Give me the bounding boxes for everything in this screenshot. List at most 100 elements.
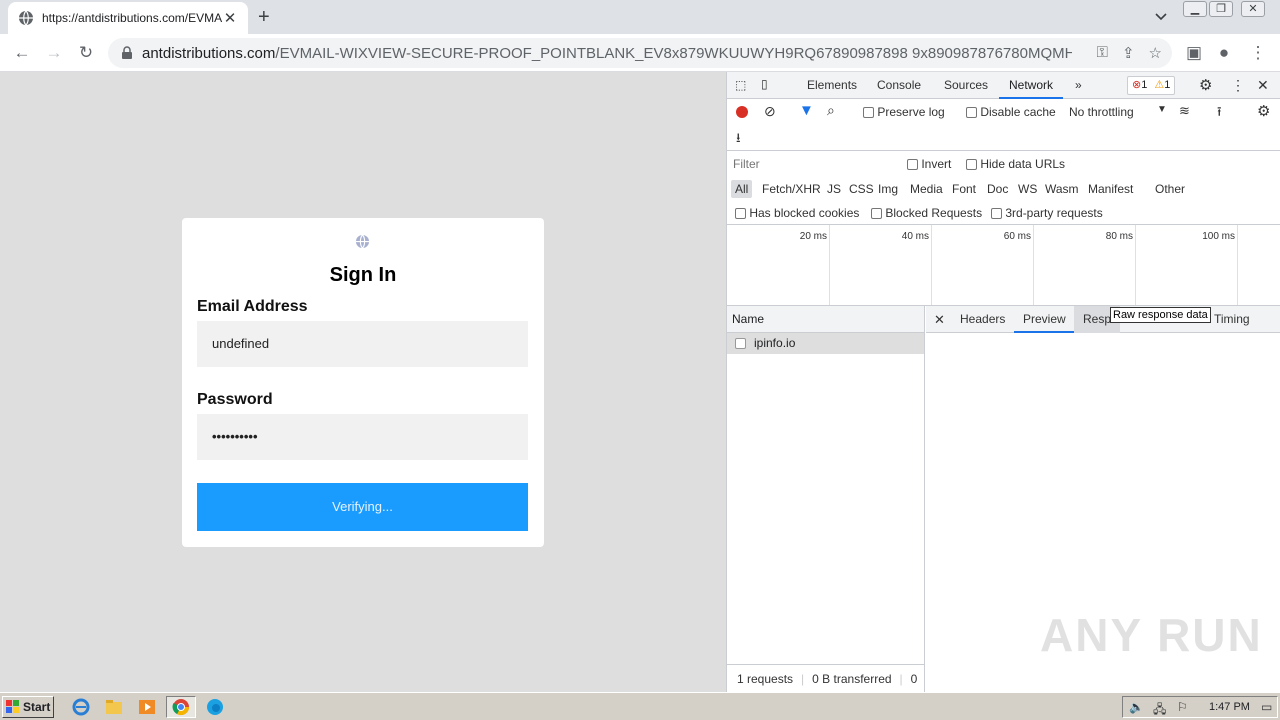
file-explorer-icon[interactable]	[103, 697, 125, 717]
tab-preview[interactable]: Preview	[1014, 306, 1075, 333]
reload-icon[interactable]: ↻	[76, 43, 96, 63]
download-icon[interactable]: ⭳	[736, 129, 741, 151]
device-toolbar-icon[interactable]: ▯	[761, 77, 768, 91]
name-column-header[interactable]: Name	[727, 306, 924, 333]
back-icon[interactable]: ←	[12, 43, 32, 63]
key-icon[interactable]: ⚿	[1097, 44, 1108, 62]
url-text: antdistributions.com/EVMAIL-WIXVIEW-SECU…	[142, 45, 1072, 62]
email-field[interactable]: undefined	[197, 321, 528, 367]
edge-icon[interactable]	[204, 697, 226, 717]
timeline-gridline	[1237, 225, 1238, 305]
blocked-requests-label: Blocked Requests	[885, 206, 983, 220]
minimize-icon[interactable]: ▁	[1183, 1, 1207, 17]
tab-console[interactable]: Console	[877, 72, 921, 99]
network-icon[interactable]: 🖧	[1153, 700, 1166, 720]
tab-timing[interactable]: Timing	[1214, 306, 1250, 333]
side-panel-icon[interactable]: ▣	[1184, 43, 1204, 63]
tab-elements[interactable]: Elements	[807, 72, 857, 99]
clear-icon[interactable]: ⊘	[764, 103, 776, 120]
timeline-gridline	[1135, 225, 1136, 305]
windows-logo-icon	[6, 700, 19, 713]
record-icon[interactable]	[735, 105, 749, 119]
flag-icon[interactable]: ⚐	[1177, 700, 1188, 714]
forward-icon[interactable]: →	[44, 43, 64, 63]
timeline-overview[interactable]: 20 ms 40 ms 60 ms 80 ms 100 ms	[727, 225, 1280, 306]
media-player-icon[interactable]	[136, 697, 158, 717]
browser-toolbar: ← → ↻ antdistributions.com/EVMAIL-WIXVIE…	[0, 34, 1280, 72]
chevron-down-icon[interactable]	[1153, 8, 1169, 24]
type-filter-other[interactable]: Other	[1151, 180, 1189, 198]
profile-avatar-icon[interactable]: ●	[1214, 43, 1234, 63]
lock-icon[interactable]	[120, 46, 134, 60]
timeline-tick-label: 60 ms	[1003, 231, 1031, 242]
third-party-label: 3rd-party requests	[1005, 206, 1103, 220]
type-filter-img[interactable]: Img	[874, 180, 902, 198]
network-status-bar: 1 requests | 0 B transferred | 0	[727, 664, 925, 692]
disable-cache-checkbox[interactable]: Disable cache	[966, 105, 1056, 119]
settings-gear-icon[interactable]: ⚙	[1257, 102, 1270, 120]
type-filter-ws[interactable]: WS	[1014, 180, 1041, 198]
tab-network[interactable]: Network	[999, 72, 1064, 99]
restore-icon[interactable]: ❐	[1209, 1, 1233, 17]
type-filter-js[interactable]: JS	[823, 180, 845, 198]
preserve-log-checkbox[interactable]: Preserve log	[863, 105, 945, 119]
table-row[interactable]: ipinfo.io	[727, 333, 924, 354]
globe-icon	[19, 10, 33, 26]
request-name: ipinfo.io	[754, 336, 796, 350]
search-icon[interactable]: ⌕	[827, 102, 835, 119]
system-tray: 🔈 🖧 ⚐ 1:47 PM ▭	[1122, 696, 1278, 718]
filter-input[interactable]: Filter	[729, 155, 893, 173]
network-conditions-icon[interactable]: ≋	[1179, 103, 1190, 119]
password-field[interactable]: ••••••••••	[197, 414, 528, 460]
close-detail-icon[interactable]: ✕	[934, 306, 945, 333]
type-filter-all[interactable]: All	[731, 180, 753, 198]
type-filter-fetch[interactable]: Fetch/XHR	[758, 180, 825, 198]
hide-data-urls-checkbox[interactable]: Hide data URLs	[966, 157, 1065, 171]
share-icon[interactable]: ⇪	[1122, 44, 1135, 62]
inspect-icon[interactable]: ⬚	[735, 78, 746, 92]
sign-in-card: Sign In Email Address undefined Password…	[182, 218, 544, 547]
sign-in-button[interactable]: Verifying...	[197, 483, 528, 531]
globe-icon	[355, 234, 370, 249]
star-icon[interactable]: ☆	[1149, 44, 1162, 62]
invert-checkbox[interactable]: Invert	[907, 157, 951, 171]
new-tab-icon[interactable]: +	[258, 6, 270, 29]
more-tabs-icon[interactable]: »	[1075, 78, 1082, 92]
gear-icon[interactable]: ⚙	[1199, 76, 1212, 94]
type-filter-manifest[interactable]: Manifest	[1084, 180, 1137, 198]
address-bar[interactable]: antdistributions.com/EVMAIL-WIXVIEW-SECU…	[108, 38, 1172, 68]
chevron-down-icon[interactable]: ▼	[1157, 104, 1167, 115]
type-filter-doc[interactable]: Doc	[983, 180, 1012, 198]
third-party-checkbox[interactable]: 3rd-party requests	[991, 206, 1103, 220]
timeline-gridline	[1033, 225, 1034, 305]
warning-count: 1	[1164, 79, 1171, 91]
menu-icon[interactable]: ⋮	[1248, 43, 1268, 63]
page-title: Sign In	[329, 264, 397, 286]
kebab-menu-icon[interactable]: ⋮	[1231, 77, 1245, 94]
blocked-cookies-checkbox[interactable]: Has blocked cookies	[735, 206, 859, 220]
window-close-icon[interactable]: ✕	[1241, 1, 1265, 17]
taskbar: Start 🔈 🖧 ⚐ 1:47 PM ▭	[0, 692, 1280, 720]
disable-cache-label: Disable cache	[980, 105, 1056, 119]
filter-icon[interactable]: ▼	[799, 102, 814, 119]
browser-tab[interactable]: https://antdistributions.com/EVMAIL-WIXV…	[8, 2, 248, 34]
tab-sources[interactable]: Sources	[944, 72, 988, 99]
invert-label: Invert	[921, 157, 952, 171]
type-filter-css[interactable]: CSS	[845, 180, 878, 198]
upload-icon[interactable]: ⭱	[1217, 103, 1222, 125]
internet-explorer-icon[interactable]	[70, 697, 92, 717]
devtools-panel: ⬚ ▯ Elements Console Sources Network » ⊗…	[726, 72, 1280, 692]
chrome-taskbar-button[interactable]	[166, 696, 196, 718]
type-filter-font[interactable]: Font	[948, 180, 980, 198]
throttling-select[interactable]: No throttling	[1069, 105, 1134, 119]
type-filter-wasm[interactable]: Wasm	[1041, 180, 1083, 198]
close-devtools-icon[interactable]: ✕	[1257, 77, 1269, 94]
close-tab-icon[interactable]: ✕	[222, 9, 238, 27]
issues-badge[interactable]: ⊗1 ⚠1	[1127, 76, 1176, 95]
blocked-requests-checkbox[interactable]: Blocked Requests	[871, 206, 982, 220]
tab-headers[interactable]: Headers	[960, 306, 1005, 333]
start-button[interactable]: Start	[2, 696, 54, 718]
type-filter-media[interactable]: Media	[906, 180, 947, 198]
volume-icon[interactable]: 🔈	[1129, 700, 1144, 714]
show-desktop-icon[interactable]: ▭	[1261, 700, 1272, 714]
